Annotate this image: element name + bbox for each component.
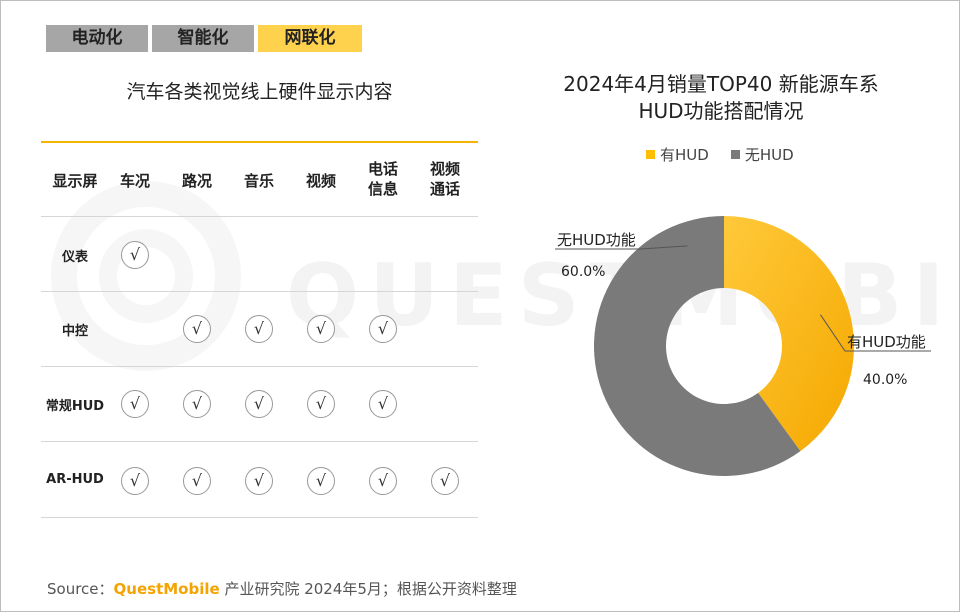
legend-swatch-no-hud: [730, 150, 740, 159]
table-header-line: 音乐: [243, 172, 274, 190]
check-mark-icon: √: [245, 390, 273, 418]
table-row-divider: [41, 291, 478, 292]
check-mark-icon: √: [121, 467, 149, 495]
check-mark-icon: √: [183, 467, 211, 495]
chart-title-line: HUD功能搭配情况: [638, 99, 804, 123]
table-header-6: 视频 通话: [415, 159, 475, 199]
check-mark-icon: √: [183, 315, 211, 343]
table-header-line: 视频: [305, 172, 336, 190]
legend-label-has-hud: 有HUD: [660, 146, 709, 164]
table-header-1: 车况: [105, 171, 165, 191]
data-label-has-hud-name: 有HUD功能: [847, 333, 926, 351]
table-header-line: 车况: [119, 172, 150, 190]
slide: 电动化 智能化 网联化 QUESTMOBILE 汽车各类视觉线上硬件显示内容 显…: [0, 0, 960, 612]
table-row-divider: [41, 366, 478, 367]
tab-connectivity[interactable]: 网联化: [258, 25, 362, 52]
data-label-no-hud-value: 60.0%: [561, 264, 605, 280]
table-header-line: 路况: [181, 172, 212, 190]
check-mark-icon: √: [307, 390, 335, 418]
tab-electrification[interactable]: 电动化: [46, 25, 148, 52]
table-header-line: 通话: [429, 180, 460, 198]
table-header-line: 信息: [367, 180, 398, 198]
table-header-2: 路况: [167, 171, 227, 191]
data-label-no-hud-name: 无HUD功能: [557, 231, 636, 249]
check-mark-icon: √: [183, 390, 211, 418]
legend-swatch-has-hud: [646, 150, 655, 159]
table-header-0: 显示屏: [45, 171, 105, 191]
check-mark-icon: √: [431, 467, 459, 495]
table-header-line: 视频: [429, 160, 460, 178]
table-top-rule: [41, 141, 478, 143]
source-brand: QuestMobile: [113, 580, 220, 598]
data-label-has-hud-value: 40.0%: [863, 372, 907, 388]
table-header-5: 电话 信息: [353, 159, 413, 199]
check-mark-icon: √: [369, 315, 397, 343]
tab-intelligence[interactable]: 智能化: [152, 25, 254, 52]
source-suffix: 产业研究院 2024年5月；根据公开资料整理: [219, 580, 517, 598]
check-mark-icon: √: [121, 241, 149, 269]
table-header-line: 显示屏: [52, 172, 98, 190]
chart-legend: 有HUD 无HUD: [646, 144, 794, 165]
check-mark-icon: √: [369, 467, 397, 495]
table-row-label: 中控: [61, 324, 88, 339]
table-row-divider: [41, 441, 478, 442]
legend-label-no-hud: 无HUD: [744, 146, 794, 164]
table-header-line: 电话: [367, 160, 398, 178]
table-row-label: 仪表: [61, 250, 88, 265]
check-mark-icon: √: [307, 467, 335, 495]
check-mark-icon: √: [121, 390, 149, 418]
chart-title-line: 2024年4月销量TOP40 新能源车系: [563, 72, 879, 96]
check-mark-icon: √: [369, 390, 397, 418]
check-mark-icon: √: [245, 467, 273, 495]
check-mark-icon: √: [307, 315, 335, 343]
table-row-label: AR-HUD: [46, 472, 104, 487]
chart-title: 2024年4月销量TOP40 新能源车系 HUD功能搭配情况: [541, 71, 901, 125]
category-tabs: 电动化 智能化 网联化: [46, 25, 362, 52]
donut-chart: 有HUD功能 40.0% 无HUD功能 60.0%: [555, 216, 931, 476]
table-title: 汽车各类视觉线上硬件显示内容: [126, 81, 393, 103]
table-row-divider: [41, 216, 478, 217]
table-row-label: 常规HUD: [45, 399, 105, 414]
source-note: Source：QuestMobile 产业研究院 2024年5月；根据公开资料整…: [47, 578, 517, 599]
source-prefix: Source：: [47, 580, 114, 598]
table-header-4: 视频: [291, 171, 351, 191]
table-header-3: 音乐: [229, 171, 289, 191]
table-row-divider: [41, 517, 478, 518]
legend-item-has-hud: 有HUD: [646, 144, 709, 165]
check-mark-icon: √: [245, 315, 273, 343]
legend-item-no-hud: 无HUD: [730, 144, 794, 165]
